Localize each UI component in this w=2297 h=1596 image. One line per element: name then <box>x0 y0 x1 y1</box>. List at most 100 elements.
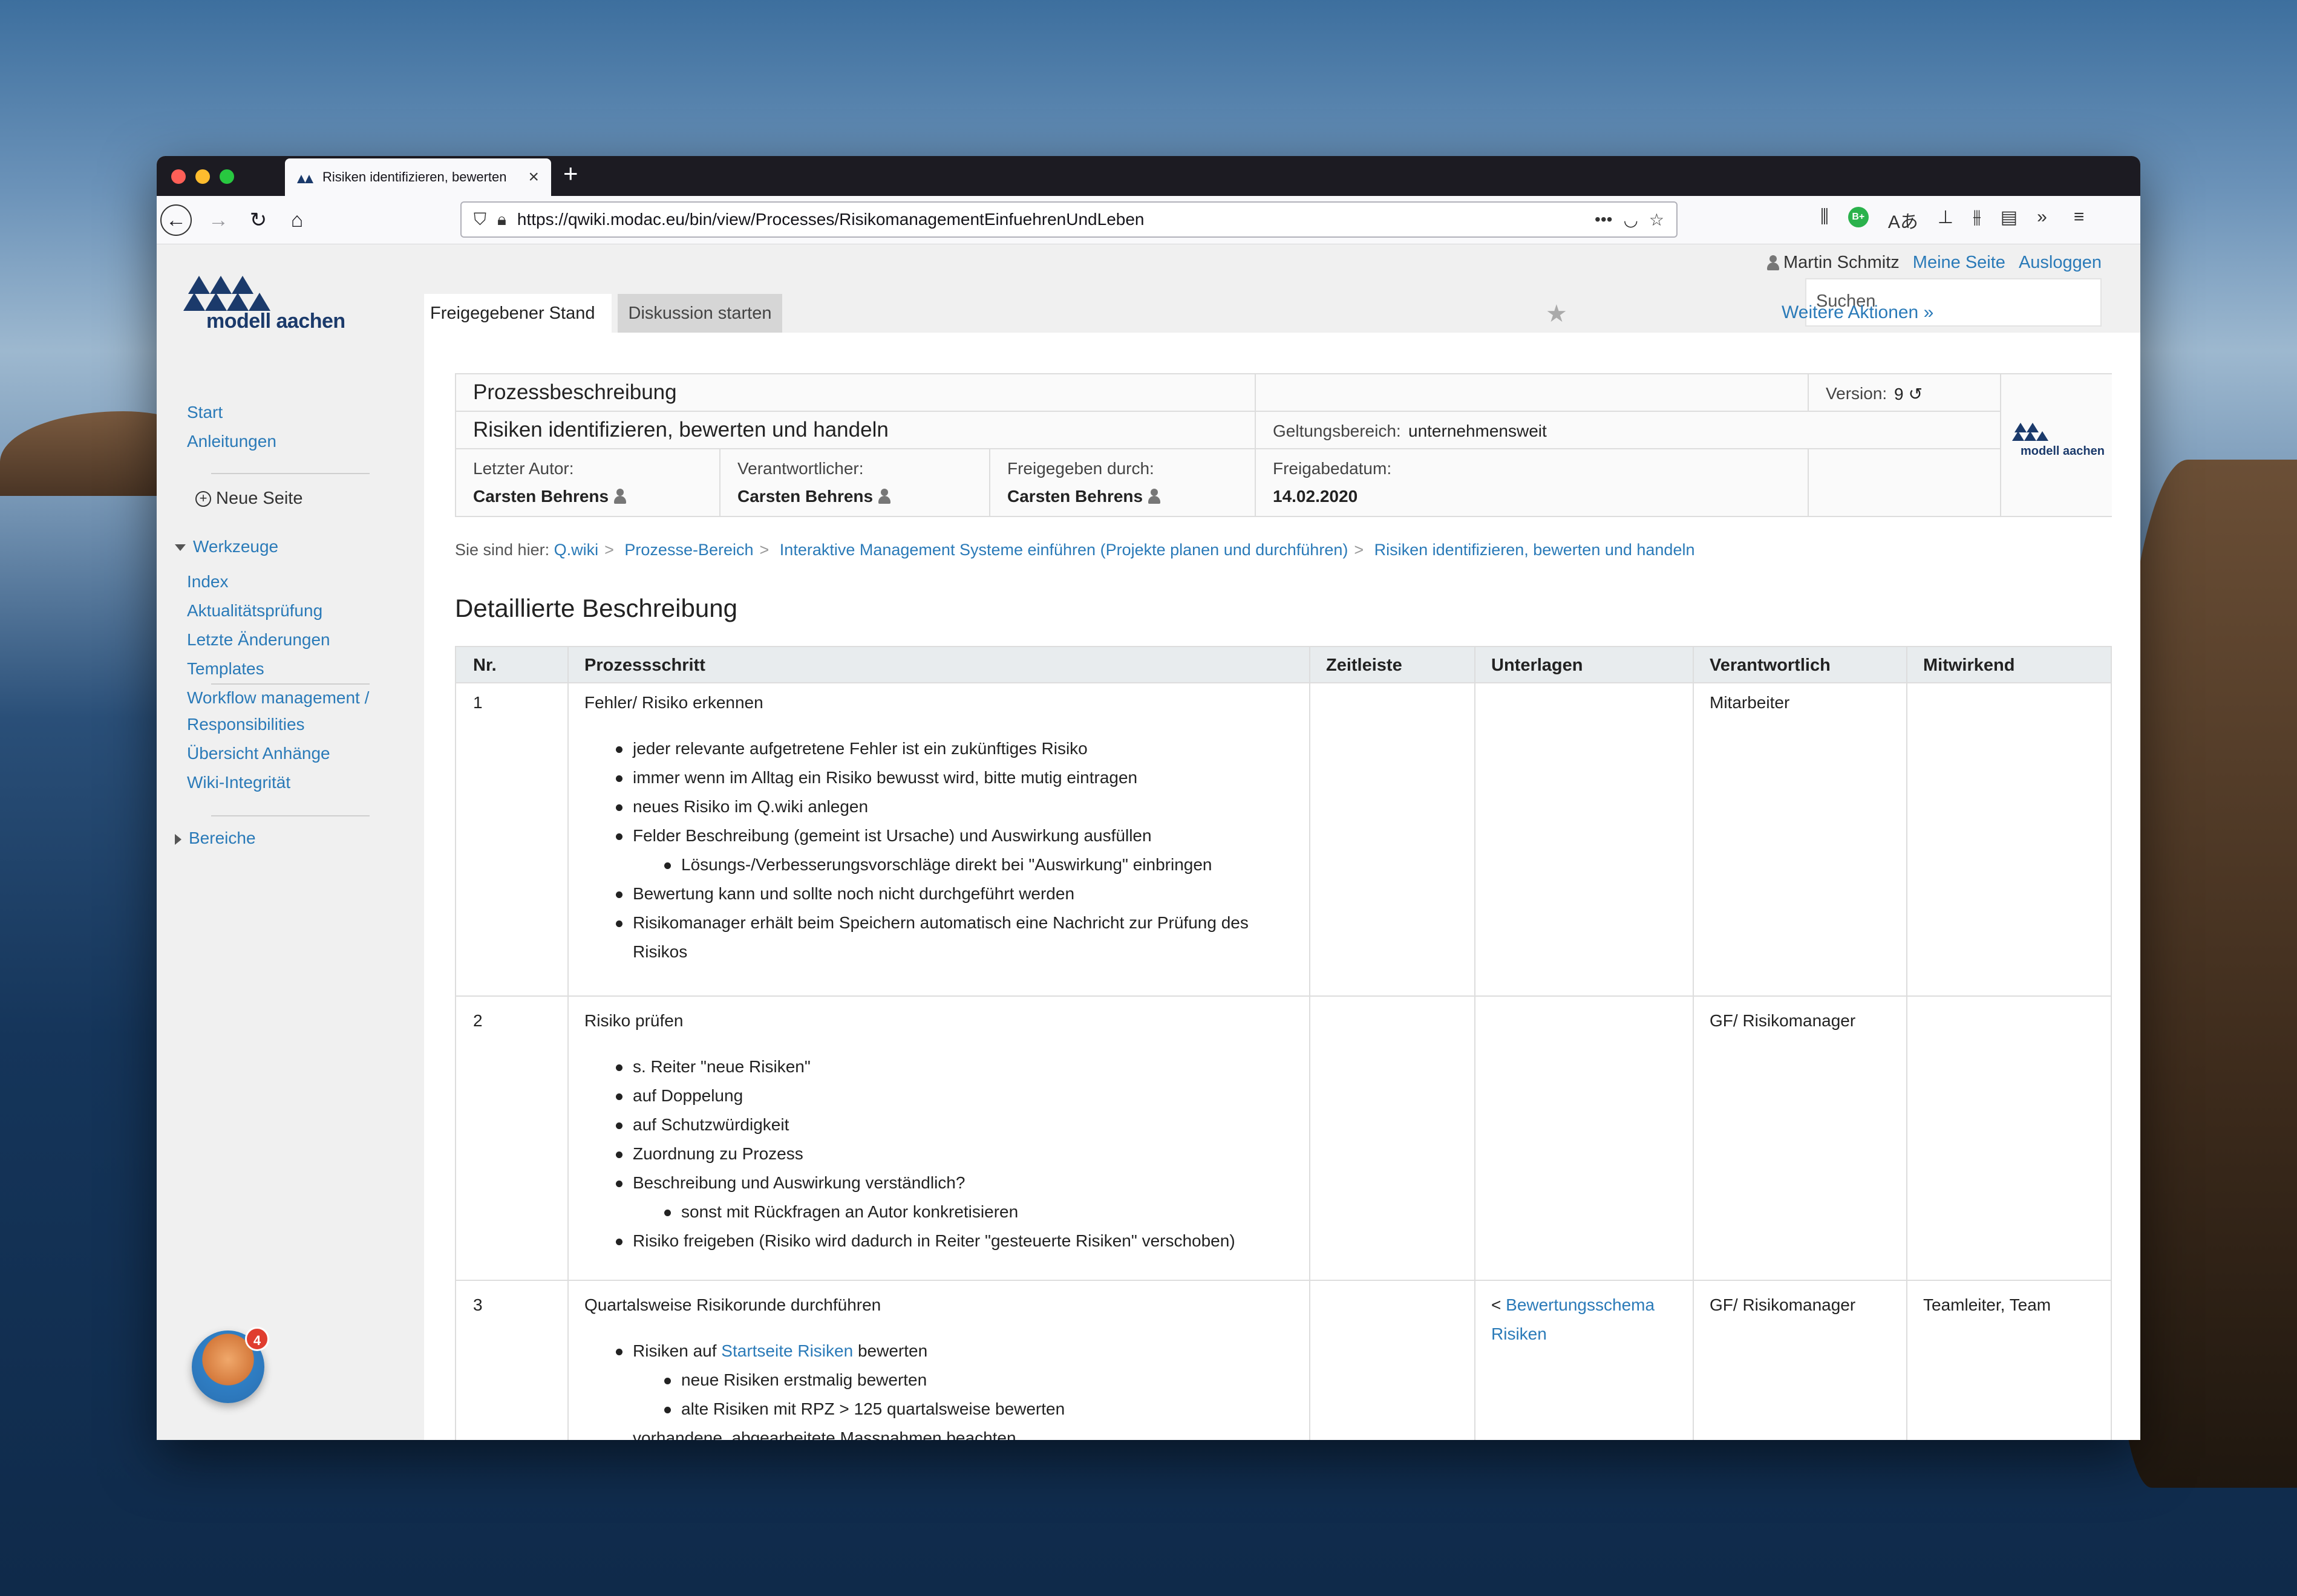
doc-type: Prozessbeschreibung <box>473 380 677 404</box>
browser-tab[interactable]: Risiken identifizieren, bewerten × <box>285 158 551 196</box>
url-text[interactable]: https://qwiki.modac.eu/bin/view/Processe… <box>517 210 1584 229</box>
approved-label: Freigegeben durch: <box>1007 459 1154 478</box>
author-value: Carsten Behrens <box>473 487 627 506</box>
row3-nr: 3 <box>473 1295 483 1314</box>
reader-icon[interactable]: ▤ <box>2001 207 2018 233</box>
minimize-window-button[interactable] <box>195 169 210 184</box>
list-item: Bewertung kann und sollte noch nicht dur… <box>615 879 1074 908</box>
more-actions-link[interactable]: Weitere Aktionen » <box>1782 302 1933 323</box>
favorite-star-icon[interactable]: ★ <box>1546 300 1567 328</box>
navigation-bar: ← → ↻ ⌂ ⛉ 🔒︎ https://qwiki.modac.eu/bin/… <box>157 196 2140 244</box>
startseite-risiken-link[interactable]: Startseite Risiken <box>721 1341 853 1360</box>
history-icon[interactable]: ↺ <box>1909 384 1923 404</box>
list-item: Zuordnung zu Prozess <box>616 1139 803 1168</box>
person-icon[interactable] <box>878 489 891 504</box>
new-page-label: Neue Seite <box>216 489 303 508</box>
column-header-prozessschritt: Prozessschritt <box>584 656 705 675</box>
row3-mitwirkend: Teamleiter, Team <box>1923 1295 2051 1314</box>
responsible-name: Carsten Behrens <box>737 487 874 506</box>
shield-icon[interactable]: ⛉ <box>474 210 486 230</box>
new-tab-button[interactable]: + <box>563 161 578 186</box>
sidebar-item-wiki-integritaet[interactable]: Wiki-Integrität <box>187 773 290 792</box>
lock-icon[interactable]: 🔒︎ <box>497 210 506 230</box>
overflow-icon[interactable]: » <box>2037 207 2047 233</box>
extension-bars-icon[interactable]: ⫵ <box>1973 207 1981 233</box>
logo-text: modell aachen <box>206 310 345 333</box>
sidebar-item-uebersicht-anhaenge[interactable]: Übersicht Anhänge <box>187 744 330 763</box>
tab-diskussion-starten[interactable]: Diskussion starten <box>618 294 782 333</box>
tab-title: Risiken identifizieren, bewerten <box>322 169 507 184</box>
list-item: alte Risiken mit RPZ > 125 quartalsweise… <box>664 1395 1065 1424</box>
my-page-link[interactable]: Meine Seite <box>1913 253 2005 273</box>
row3-verantwortlich: GF/ Risikomanager <box>1710 1295 1856 1314</box>
more-actions-icon[interactable]: ••• <box>1595 210 1612 229</box>
forward-button[interactable]: → <box>203 204 234 236</box>
sidebar-item-responsibilities[interactable]: Responsibilities <box>187 715 305 734</box>
approved-value: Carsten Behrens <box>1007 487 1161 506</box>
row2-verantwortlich: GF/ Risikomanager <box>1710 1011 1856 1030</box>
bewertungsschema-link[interactable]: Bewertungsschema <box>1506 1295 1655 1314</box>
menu-icon[interactable]: ≡ <box>2074 207 2085 233</box>
new-page-button[interactable]: + Neue Seite <box>195 489 303 509</box>
sidebar-item-start[interactable]: Start <box>187 403 223 422</box>
url-bar[interactable]: ⛉ 🔒︎ https://qwiki.modac.eu/bin/view/Pro… <box>460 201 1678 238</box>
sidebar-item-workflow-management[interactable]: Workflow management / <box>187 688 369 708</box>
bewertungsschema-link-line2[interactable]: Risiken <box>1491 1324 1547 1343</box>
library-icon[interactable]: ⫼ <box>1820 207 1829 233</box>
sidebar-divider <box>211 683 370 685</box>
plus-circle-icon: + <box>195 490 211 507</box>
breadcrumb: Sie sind hier: Q.wiki > Prozesse-Bereich >… <box>455 541 1695 559</box>
list-item: jeder relevante aufgetretene Fehler ist … <box>616 734 1088 763</box>
list-item-continuation: Risikos <box>633 942 688 961</box>
column-header-verantwortlich: Verantwortlich <box>1710 656 1831 675</box>
modell-aachen-logo[interactable]: modell aachen <box>183 276 345 336</box>
list-item-cut: vorhandene, abgearbeitete Massnahmen bea… <box>633 1424 1016 1440</box>
caret-down-icon <box>175 544 186 552</box>
close-window-button[interactable] <box>171 169 186 184</box>
user-icon <box>1766 255 1780 271</box>
notification-badge: 4 <box>245 1327 269 1351</box>
sidebar-section-bereiche[interactable]: Bereiche <box>175 829 256 848</box>
user-name: Martin Schmitz <box>1783 253 1900 272</box>
date-value: 14.02.2020 <box>1273 487 1358 506</box>
breadcrumb-item[interactable]: Q.wiki <box>554 541 599 559</box>
user-menu: Martin Schmitz Meine Seite Ausloggen <box>1766 253 2102 273</box>
sidebar-item-aktualitaetspruefung[interactable]: Aktualitätsprüfung <box>187 601 322 620</box>
extension-green-icon[interactable]: B+ <box>1848 207 1869 227</box>
row1-step: Fehler/ Risiko erkennen <box>584 693 763 712</box>
toolbar-icons: ⫼ B+ Aあ ⊥ ⫵ ▤ » ≡ <box>1820 207 2084 233</box>
person-icon[interactable] <box>613 489 627 504</box>
sidebar-item-anleitungen[interactable]: Anleitungen <box>187 432 276 451</box>
logout-link[interactable]: Ausloggen <box>2019 253 2102 273</box>
page-content: modell aachen Start Anleitungen + Neue S… <box>157 244 2140 1440</box>
sidebar-section-werkzeuge[interactable]: Werkzeuge <box>175 537 278 556</box>
extension-icon[interactable]: ⊥ <box>1938 207 1953 233</box>
page-title: Risiken identifizieren, bewerten und han… <box>473 418 889 441</box>
bookmark-star-icon[interactable]: ☆ <box>1649 210 1664 230</box>
person-icon[interactable] <box>1148 489 1161 504</box>
breadcrumb-item[interactable]: Prozesse-Bereich <box>624 541 753 559</box>
pocket-icon[interactable]: ◡ <box>1623 210 1638 230</box>
list-item: Beschreibung und Auswirkung verständlich… <box>615 1168 965 1197</box>
column-header-unterlagen: Unterlagen <box>1491 656 1583 675</box>
home-button[interactable]: ⌂ <box>281 204 313 236</box>
column-header-zeitleiste: Zeitleiste <box>1326 656 1402 675</box>
sidebar-divider <box>211 473 370 474</box>
translate-icon[interactable]: Aあ <box>1888 207 1918 233</box>
browser-window: Risiken identifizieren, bewerten × + ← →… <box>157 156 2140 1440</box>
maximize-window-button[interactable] <box>220 169 234 184</box>
breadcrumb-item[interactable]: Risiken identifizieren, bewerten und han… <box>1374 541 1695 559</box>
sidebar-item-templates[interactable]: Templates <box>187 659 264 679</box>
sidebar-item-index[interactable]: Index <box>187 572 229 591</box>
site-favicon-icon <box>297 171 314 183</box>
close-tab-icon[interactable]: × <box>528 168 539 186</box>
breadcrumb-prefix: Sie sind hier: <box>455 541 550 559</box>
breadcrumb-item[interactable]: Interaktive Management Systeme einführen… <box>780 541 1348 559</box>
row2-step: Risiko prüfen <box>584 1011 684 1030</box>
tab-freigegebener-stand[interactable]: Freigegebener Stand <box>424 294 612 333</box>
row2-nr: 2 <box>473 1011 483 1030</box>
reload-button[interactable]: ↻ <box>243 204 274 236</box>
section-title: Detaillierte Beschreibung <box>455 594 737 622</box>
back-button[interactable]: ← <box>160 204 192 236</box>
sidebar-item-letzte-aenderungen[interactable]: Letzte Änderungen <box>187 630 330 650</box>
